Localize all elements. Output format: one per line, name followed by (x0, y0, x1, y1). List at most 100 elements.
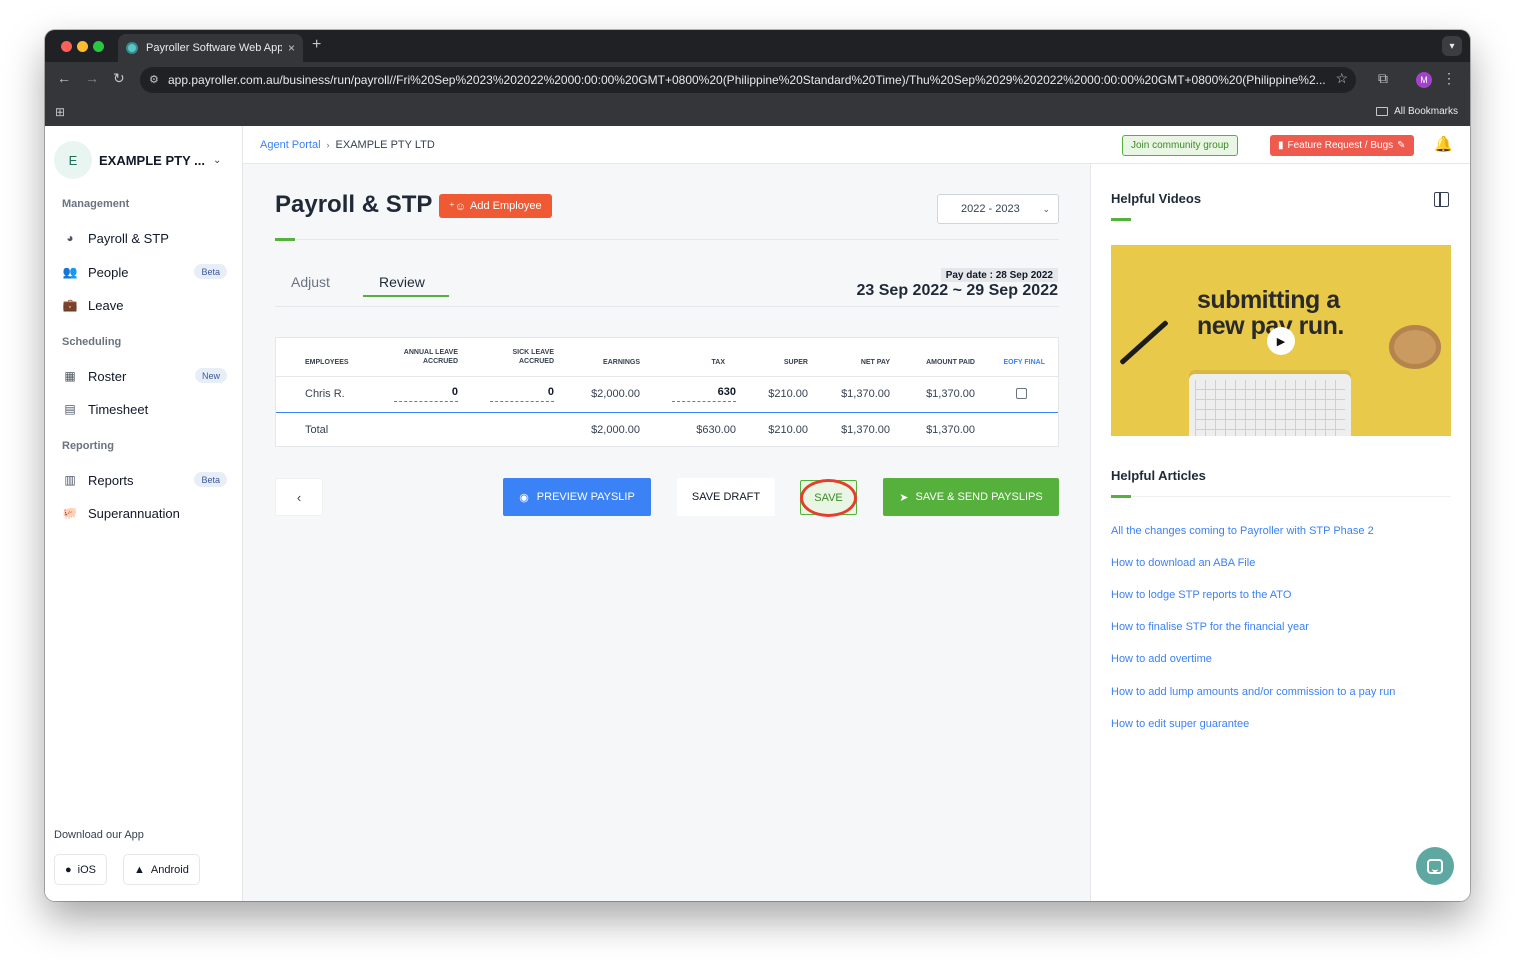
header-divider (276, 376, 1058, 377)
payroll-icon: ◕ (66, 231, 74, 245)
forward-arrow-icon[interactable]: → (85, 70, 99, 86)
tax-input[interactable]: 630 (672, 382, 736, 402)
apple-icon: ● (65, 863, 72, 876)
row-earnings: $2,000.00 (591, 388, 640, 400)
browser-menu-icon[interactable]: ⋮ (1442, 70, 1456, 87)
feature-request-button[interactable]: ▮ Feature Request / Bugs ✎ (1270, 135, 1414, 156)
eofy-final-checkbox[interactable] (1016, 388, 1027, 399)
header-tax: TAX (711, 359, 725, 366)
sidebar-item-label: Reports (88, 472, 134, 488)
maximize-window-icon[interactable] (93, 41, 104, 52)
sidebar-item-superannuation[interactable]: 🐖 Superannuation (62, 501, 227, 525)
profile-avatar[interactable]: M (1416, 72, 1432, 88)
android-app-button[interactable]: ▲ Android (123, 854, 200, 885)
sidebar-item-timesheet[interactable]: ▤ Timesheet (62, 397, 227, 421)
article-link[interactable]: How to add overtime (1111, 653, 1212, 665)
tab-close-icon[interactable]: × (288, 41, 295, 55)
org-switcher[interactable]: E EXAMPLE PTY ... ⌄ (54, 141, 221, 179)
video-caption-line1: submitting a (1197, 286, 1340, 314)
pay-period: 23 Sep 2022 ~ 29 Sep 2022 (856, 282, 1058, 299)
new-tab-button[interactable]: + (312, 36, 321, 54)
row-net-pay: $1,370.00 (841, 388, 890, 400)
tab-adjust[interactable]: Adjust (291, 274, 330, 290)
ios-label: iOS (77, 863, 96, 876)
save-draft-button[interactable]: SAVE DRAFT (677, 478, 775, 516)
browser-tab[interactable]: Payroller Software Web Appli × (118, 34, 303, 62)
total-tax: $630.00 (696, 424, 736, 436)
bookmark-star-icon[interactable]: ☆ (1335, 70, 1348, 87)
total-divider (276, 412, 1058, 413)
article-link[interactable]: How to lodge STP reports to the ATO (1111, 589, 1291, 601)
header-annual-leave: ANNUAL LEAVE ACCRUED (386, 348, 458, 366)
play-icon[interactable]: ▶ (1267, 327, 1295, 355)
sidebar-item-roster[interactable]: ▦ Roster New (62, 364, 227, 388)
browser-chrome: Payroller Software Web Appli × + ▾ ← → ↻… (45, 30, 1470, 126)
superannuation-icon: 🐖 (62, 506, 78, 520)
breadcrumb-agent-portal-link[interactable]: Agent Portal (260, 139, 321, 151)
sidebar-item-label: Roster (88, 368, 127, 384)
save-send-payslips-button[interactable]: ➤ SAVE & SEND PAYSLIPS (883, 478, 1059, 516)
coaster-image (1389, 325, 1441, 369)
sidebar: E EXAMPLE PTY ... ⌄ Management ◕ Payroll… (45, 126, 243, 901)
notification-bell-icon[interactable]: 🔔 (1434, 135, 1453, 153)
employee-name: Chris R. (305, 388, 345, 400)
tab-strip: Payroller Software Web Appli × + ▾ (45, 30, 1470, 62)
sidebar-item-leave[interactable]: 💼 Leave (62, 293, 227, 317)
bug-icon: ✎ (1397, 140, 1406, 151)
back-arrow-icon[interactable]: ← (57, 70, 71, 86)
all-bookmarks-button[interactable]: All Bookmarks (1376, 106, 1458, 117)
site-info-icon[interactable]: ⚙ (149, 73, 159, 86)
reload-icon[interactable]: ↻ (113, 70, 125, 87)
keyboard-image (1189, 374, 1351, 436)
header-sick-leave-line1: SICK LEAVE (512, 349, 555, 356)
close-window-icon[interactable] (61, 41, 72, 52)
extensions-icon[interactable]: ⧉ (1378, 70, 1388, 87)
header-earnings: EARNINGS (603, 359, 640, 366)
back-button[interactable]: ‹ (275, 478, 323, 516)
header-amount-paid: AMOUNT PAID (926, 359, 975, 366)
article-link[interactable]: How to edit super guarantee (1111, 718, 1249, 730)
join-community-button[interactable]: Join community group (1122, 135, 1238, 156)
add-user-icon: ⁺☺ (449, 200, 467, 213)
send-icon: ➤ (899, 491, 909, 504)
articles-divider (1131, 496, 1451, 497)
collapse-panel-icon[interactable] (1434, 192, 1449, 207)
article-link[interactable]: How to finalise STP for the financial ye… (1111, 621, 1309, 633)
leave-icon: 💼 (62, 298, 78, 312)
header-annual-leave-line1: ANNUAL LEAVE (403, 349, 458, 356)
help-panel: Helpful Videos submitting a new pay run.… (1091, 164, 1470, 901)
breadcrumb-current: EXAMPLE PTY LTD (335, 139, 435, 151)
chevron-right-icon: › (326, 140, 330, 150)
apps-grid-icon[interactable]: ⊞ (55, 105, 65, 119)
helpful-videos-title: Helpful Videos (1111, 191, 1202, 206)
new-badge: New (194, 368, 227, 383)
article-link[interactable]: How to add lump amounts and/or commissio… (1111, 686, 1395, 698)
sidebar-item-payroll[interactable]: ◕ Payroll & STP (62, 226, 227, 250)
financial-year-select[interactable]: 2022 - 2023 ⌄ (937, 194, 1059, 224)
download-app-label: Download our App (54, 829, 144, 841)
chevron-down-icon: ⌄ (1042, 204, 1050, 214)
chat-launcher-button[interactable] (1416, 847, 1454, 885)
address-bar[interactable]: ⚙ app.payroller.com.au/business/run/payr… (140, 67, 1356, 93)
pay-run-table: EMPLOYEES ANNUAL LEAVE ACCRUED SICK LEAV… (275, 337, 1059, 447)
sidebar-item-reports[interactable]: ▥ Reports Beta (62, 468, 227, 492)
annual-leave-input[interactable]: 0 (394, 382, 458, 402)
header-eofy-final: EOFY FINAL (1003, 359, 1045, 366)
topbar: Agent Portal › EXAMPLE PTY LTD Join comm… (243, 126, 1470, 164)
page-title: Payroll & STP (275, 191, 433, 218)
minimize-window-icon[interactable] (77, 41, 88, 52)
ios-app-button[interactable]: ● iOS (54, 854, 107, 885)
preview-payslip-button[interactable]: ◉ PREVIEW PAYSLIP (503, 478, 651, 516)
beta-badge: Beta (194, 264, 227, 279)
tab-search-icon[interactable]: ▾ (1442, 36, 1462, 56)
article-link[interactable]: All the changes coming to Payroller with… (1111, 525, 1374, 537)
article-link[interactable]: How to download an ABA File (1111, 557, 1255, 569)
row-super: $210.00 (768, 388, 808, 400)
sidebar-item-people[interactable]: 👥 People Beta (62, 260, 227, 284)
sick-leave-input[interactable]: 0 (490, 382, 554, 402)
header-annual-leave-line2: ACCRUED (423, 358, 458, 365)
tab-review[interactable]: Review (379, 274, 425, 290)
add-employee-button[interactable]: ⁺☺ Add Employee (439, 194, 552, 218)
payroller-app: E EXAMPLE PTY ... ⌄ Management ◕ Payroll… (45, 126, 1470, 901)
help-video-thumbnail[interactable]: submitting a new pay run. ▶ (1111, 245, 1451, 436)
